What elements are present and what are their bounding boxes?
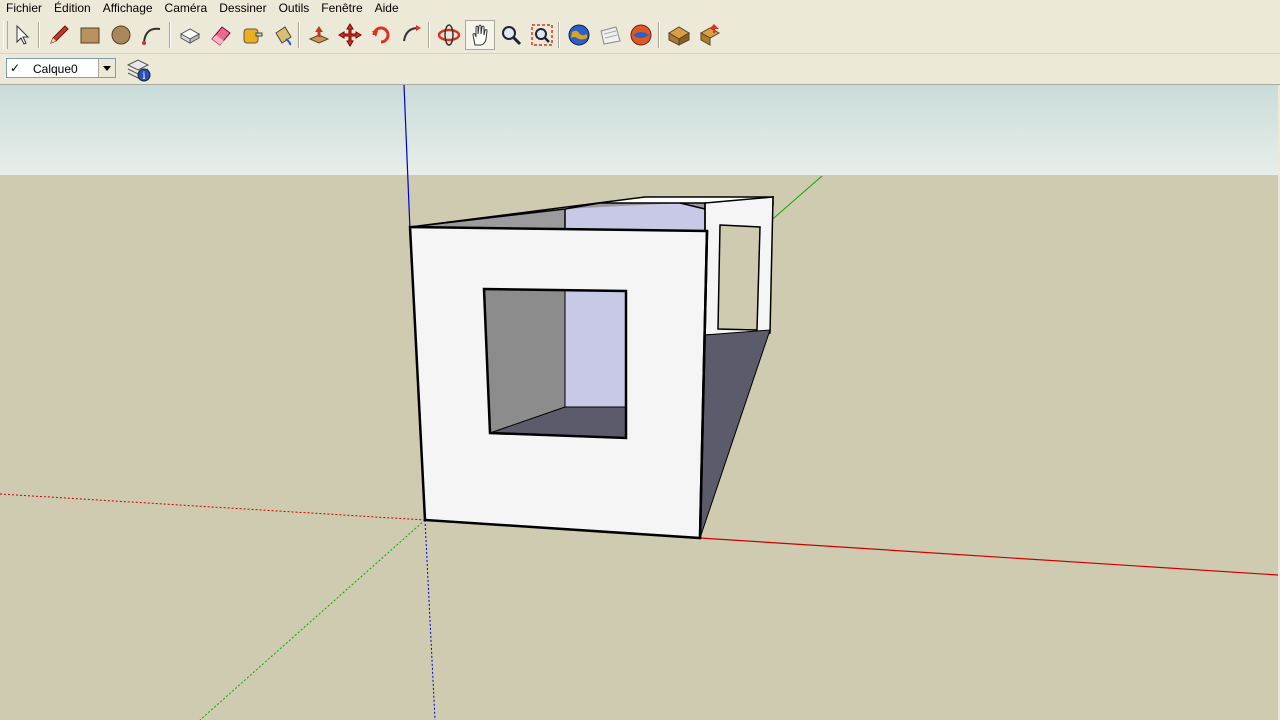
share-model-icon (630, 24, 652, 46)
zoom-tool[interactable] (497, 21, 525, 49)
eraser-tool[interactable] (207, 21, 235, 49)
scene-canvas[interactable] (0, 85, 1278, 720)
follow-me-icon (403, 25, 421, 42)
rectangle-tool[interactable] (76, 21, 104, 49)
warehouse-icon (668, 26, 690, 46)
arrow-cursor-icon (16, 24, 30, 45)
back-window (717, 224, 761, 331)
move-tool[interactable] (336, 21, 364, 49)
eraser-icon (211, 26, 231, 46)
select-tool[interactable] (8, 21, 36, 49)
3d-viewport[interactable] (0, 85, 1278, 720)
menu-fenetre[interactable]: Fenêtre (315, 0, 368, 17)
menu-bar: Fichier Édition Affichage Caméra Dessiner Out… (0, 0, 1280, 17)
layer-select[interactable]: ✓ Calque0 (6, 58, 116, 78)
paint-bucket-icon (275, 26, 292, 46)
arc-icon (142, 27, 161, 45)
arc-tool[interactable] (138, 21, 166, 49)
toolbar-separator (38, 22, 40, 48)
toolbar-separator (658, 22, 660, 48)
rotate-tool[interactable] (367, 21, 395, 49)
menu-dessiner[interactable]: Dessiner (213, 0, 272, 17)
get-models-tool[interactable] (596, 21, 624, 49)
share-model-tool[interactable] (627, 21, 655, 49)
pan-tool[interactable] (465, 20, 495, 50)
svg-text:i: i (142, 71, 145, 82)
menu-outils[interactable]: Outils (273, 0, 316, 17)
layers-toolbar: ✓ Calque0 i (0, 54, 1280, 85)
menu-aide[interactable]: Aide (369, 0, 405, 17)
component-icon (179, 28, 201, 44)
menu-camera[interactable]: Caméra (159, 0, 214, 17)
sky (0, 85, 1278, 175)
get-models-icon (600, 26, 621, 45)
paint-bucket-tool[interactable] (269, 21, 297, 49)
toolbar-separator (428, 22, 430, 48)
circle-icon (111, 25, 131, 45)
zoom-extents-tool[interactable] (528, 21, 556, 49)
toolbar-separator (298, 22, 300, 48)
share-component-icon (699, 24, 721, 46)
tape-measure-tool[interactable] (238, 21, 266, 49)
google-earth-tool[interactable] (565, 21, 593, 49)
tape-measure-icon (243, 28, 263, 44)
layer-check-mark: ✓ (10, 61, 21, 75)
move-icon (338, 23, 362, 47)
menu-affichage[interactable]: Affichage (97, 0, 159, 17)
chevron-down-icon[interactable] (98, 59, 115, 77)
layer-manager-icon[interactable]: i (124, 55, 152, 83)
rectangle-icon (80, 27, 100, 44)
toolbar-separator (558, 22, 560, 48)
menu-fichier[interactable]: Fichier (0, 0, 48, 17)
layer-name: Calque0 (33, 62, 78, 76)
main-toolbar (0, 17, 1280, 54)
menu-edition[interactable]: Édition (48, 0, 97, 17)
get-components-tool[interactable] (665, 21, 693, 49)
pencil-tool[interactable] (45, 21, 73, 49)
front-window-far (565, 291, 626, 407)
push-pull-icon (308, 26, 330, 44)
toolbar-separator (169, 22, 171, 48)
rotate-icon (372, 26, 390, 44)
share-component-tool[interactable] (696, 21, 724, 49)
pencil-icon (50, 25, 69, 44)
push-pull-tool[interactable] (305, 21, 333, 49)
hand-icon (472, 24, 488, 46)
orbit-icon (437, 24, 461, 46)
globe-icon (568, 24, 590, 46)
make-component-tool[interactable] (176, 21, 204, 49)
zoom-extents-icon (531, 24, 553, 46)
circle-tool[interactable] (107, 21, 135, 49)
orbit-tool[interactable] (435, 21, 463, 49)
magnifier-icon (502, 26, 522, 46)
follow-me-tool[interactable] (398, 21, 426, 49)
